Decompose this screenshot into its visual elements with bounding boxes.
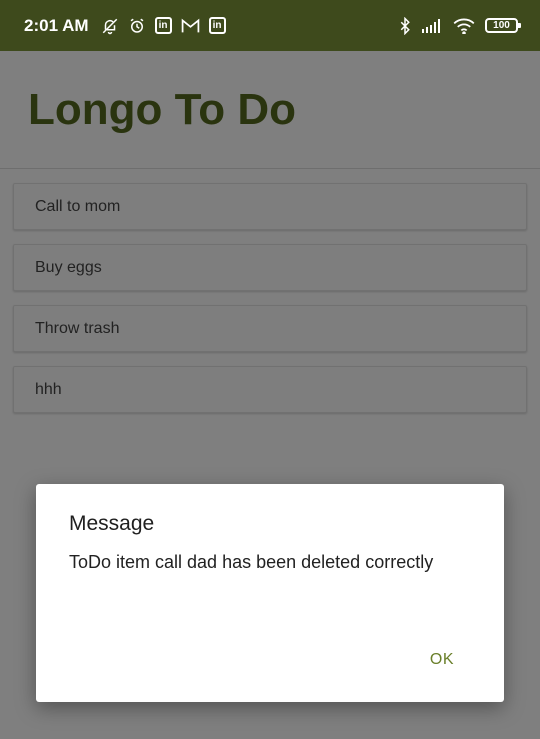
signal-icon [421,18,443,33]
wifi-icon [453,18,475,34]
notifications-off-icon [101,17,119,35]
system-icons: 100 [399,16,521,35]
dialog-title: Message [69,512,155,535]
ok-button[interactable]: OK [430,651,454,669]
alarm-icon [128,17,146,35]
dialog-message: ToDo item call dad has been deleted corr… [69,552,434,572]
status-bar: 2:01 AM in in 100 [0,0,540,51]
status-time: 2:01 AM [24,15,89,35]
linkedin-icon: in [154,17,172,34]
linkedin-icon: in [208,17,226,34]
notification-icons: in in [101,17,226,35]
bluetooth-icon [399,16,411,35]
gmail-icon [181,18,200,34]
message-dialog: Message ToDo item call dad has been dele… [36,484,504,702]
battery-icon: 100 [485,18,521,33]
